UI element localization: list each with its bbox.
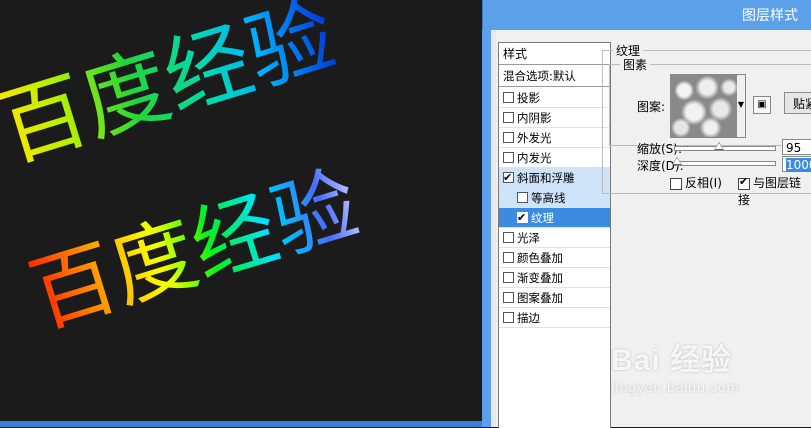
scale-slider-thumb[interactable]	[714, 142, 724, 150]
blend-options-item[interactable]: 混合选项:默认	[499, 65, 610, 87]
style-item-label: 光泽	[517, 231, 540, 245]
checkbox[interactable]	[503, 292, 514, 303]
style-item-bevel-emboss[interactable]: 斜面和浮雕	[499, 168, 610, 188]
style-item-gradient-overlay[interactable]: 渐变叠加	[499, 268, 610, 288]
style-item-label: 投影	[517, 91, 540, 105]
style-item-label: 等高线	[531, 191, 566, 205]
checkbox[interactable]	[503, 232, 514, 243]
pattern-dropdown-arrow[interactable]: ▼	[737, 74, 746, 138]
styles-list-header[interactable]: 样式	[499, 43, 610, 65]
checkbox[interactable]	[503, 272, 514, 283]
style-item-label: 斜面和浮雕	[517, 171, 575, 185]
checkbox[interactable]	[517, 192, 528, 203]
depth-value: 1000	[786, 158, 811, 172]
baidu-watermark: Bai 经验 jingyan.baidu.com	[611, 335, 771, 415]
watermark-url: jingyan.baidu.com	[611, 381, 740, 396]
checkbox[interactable]	[503, 168, 514, 188]
checkbox[interactable]	[503, 152, 514, 163]
style-item-texture[interactable]: 纹理	[499, 208, 610, 228]
depth-input[interactable]: 1000	[782, 156, 811, 172]
style-item-pattern-overlay[interactable]: 图案叠加	[499, 288, 610, 308]
style-item-contour[interactable]: 等高线	[499, 188, 610, 208]
scale-input[interactable]: 95	[782, 139, 811, 155]
style-item-label: 渐变叠加	[517, 271, 563, 285]
checkbox[interactable]	[517, 208, 528, 228]
style-item-stroke[interactable]: 描边	[499, 308, 610, 328]
document-canvas[interactable]: 百度经验 百度经验	[0, 0, 482, 427]
new-preset-icon[interactable]: ▣	[753, 96, 771, 114]
depth-slider-thumb[interactable]	[672, 157, 682, 165]
watermark-logo: Bai 经验	[611, 344, 733, 377]
style-item-label: 外发光	[517, 131, 552, 145]
pattern-swatch[interactable]	[670, 74, 738, 138]
style-item-outer-glow[interactable]: 外发光	[499, 128, 610, 148]
canvas-bottom-strip	[0, 421, 482, 427]
style-item-label: 内发光	[517, 151, 552, 165]
style-item-inner-shadow[interactable]: 内阴影	[499, 108, 610, 128]
window-edge-inner	[491, 30, 496, 427]
checkbox[interactable]	[503, 132, 514, 143]
style-item-label: 颜色叠加	[517, 251, 563, 265]
dialog-title: 图层样式	[742, 7, 798, 23]
styles-list: 样式 混合选项:默认 投影 内阴影 外发光 内发光 斜面和浮雕 等高线 纹理 光…	[498, 42, 611, 428]
style-item-label: 内阴影	[517, 111, 552, 125]
checkbox[interactable]	[503, 312, 514, 323]
dialog-titlebar[interactable]: 图层样式	[482, 0, 811, 30]
pattern-subgroup-title: 图素	[620, 56, 651, 73]
style-item-inner-glow[interactable]: 内发光	[499, 148, 610, 168]
depth-slider-track[interactable]	[674, 161, 776, 166]
checkbox[interactable]	[503, 92, 514, 103]
checkbox[interactable]	[503, 112, 514, 123]
snap-to-origin-button[interactable]: 贴紧	[784, 92, 811, 114]
style-item-satin[interactable]: 光泽	[499, 228, 610, 248]
style-item-color-overlay[interactable]: 颜色叠加	[499, 248, 610, 268]
scale-slider-track[interactable]	[674, 146, 776, 151]
link-with-layer-checkbox[interactable]	[738, 175, 750, 190]
link-checkbox-row[interactable]: 与图层链接	[738, 174, 811, 208]
invert-label: 反相(I)	[685, 176, 722, 190]
window-edge	[482, 30, 491, 427]
checkbox[interactable]	[503, 252, 514, 263]
style-item-label: 图案叠加	[517, 291, 563, 305]
style-item-label: 纹理	[531, 211, 554, 225]
style-item-label: 描边	[517, 311, 540, 325]
pattern-label: 图案:	[637, 100, 666, 114]
style-item-drop-shadow[interactable]: 投影	[499, 88, 610, 108]
invert-checkbox[interactable]	[670, 177, 682, 190]
invert-checkbox-row[interactable]: 反相(I)	[670, 174, 722, 191]
